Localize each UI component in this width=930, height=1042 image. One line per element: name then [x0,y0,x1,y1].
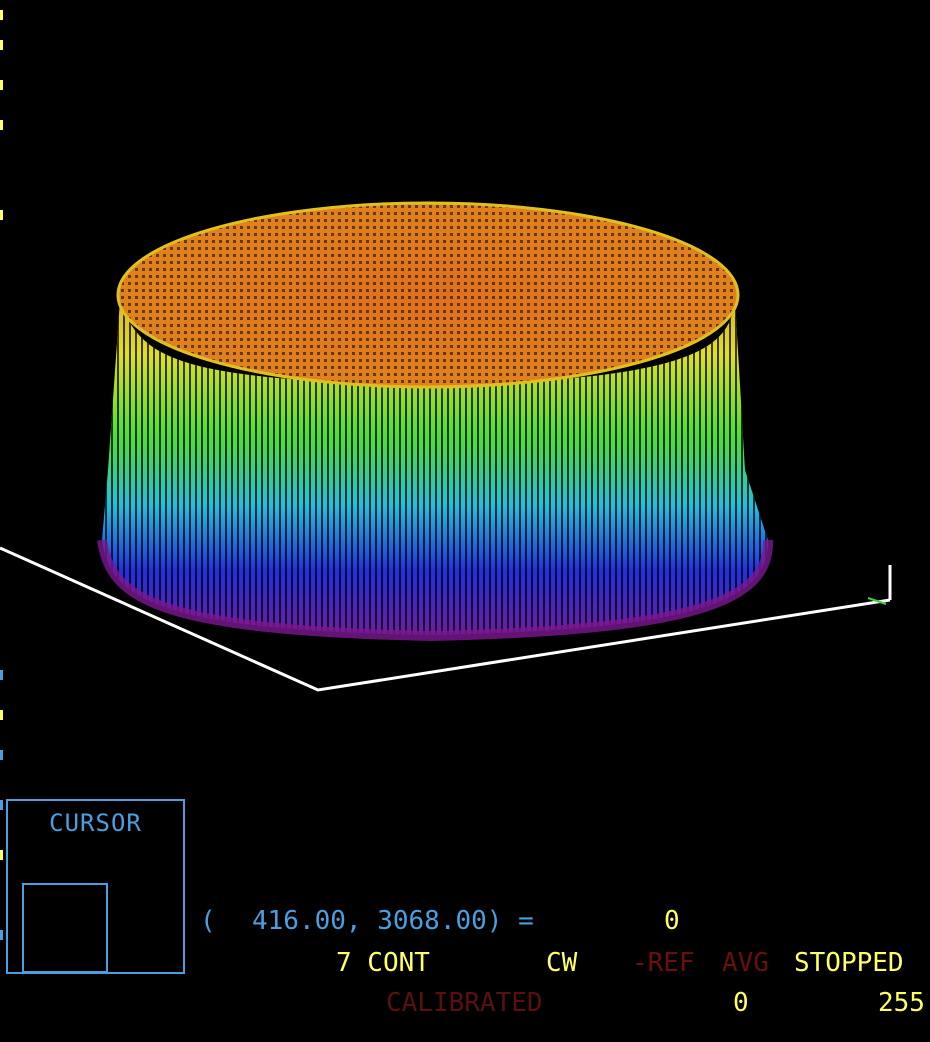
calibration-label: CALIBRATED [386,988,543,1018]
scale-min: 0 [733,988,749,1018]
avg-indicator: AVG [722,948,769,978]
readout-coords: 416.00, 3068.00) = [252,906,534,936]
cursor-panel[interactable]: CURSOR [6,799,185,974]
cw-indicator: CW [546,948,578,978]
ref-indicator: -REF [632,948,695,978]
cursor-position-box[interactable] [22,883,108,973]
scale-max: 255 [878,988,925,1018]
readout-open-paren: ( [200,906,216,936]
acquisition-mode: 7 CONT [336,948,430,978]
readout-value: 0 [664,906,680,936]
cursor-panel-title: CURSOR [49,809,142,837]
run-state: STOPPED [794,948,904,978]
left-edge-ticks [0,0,3,1042]
